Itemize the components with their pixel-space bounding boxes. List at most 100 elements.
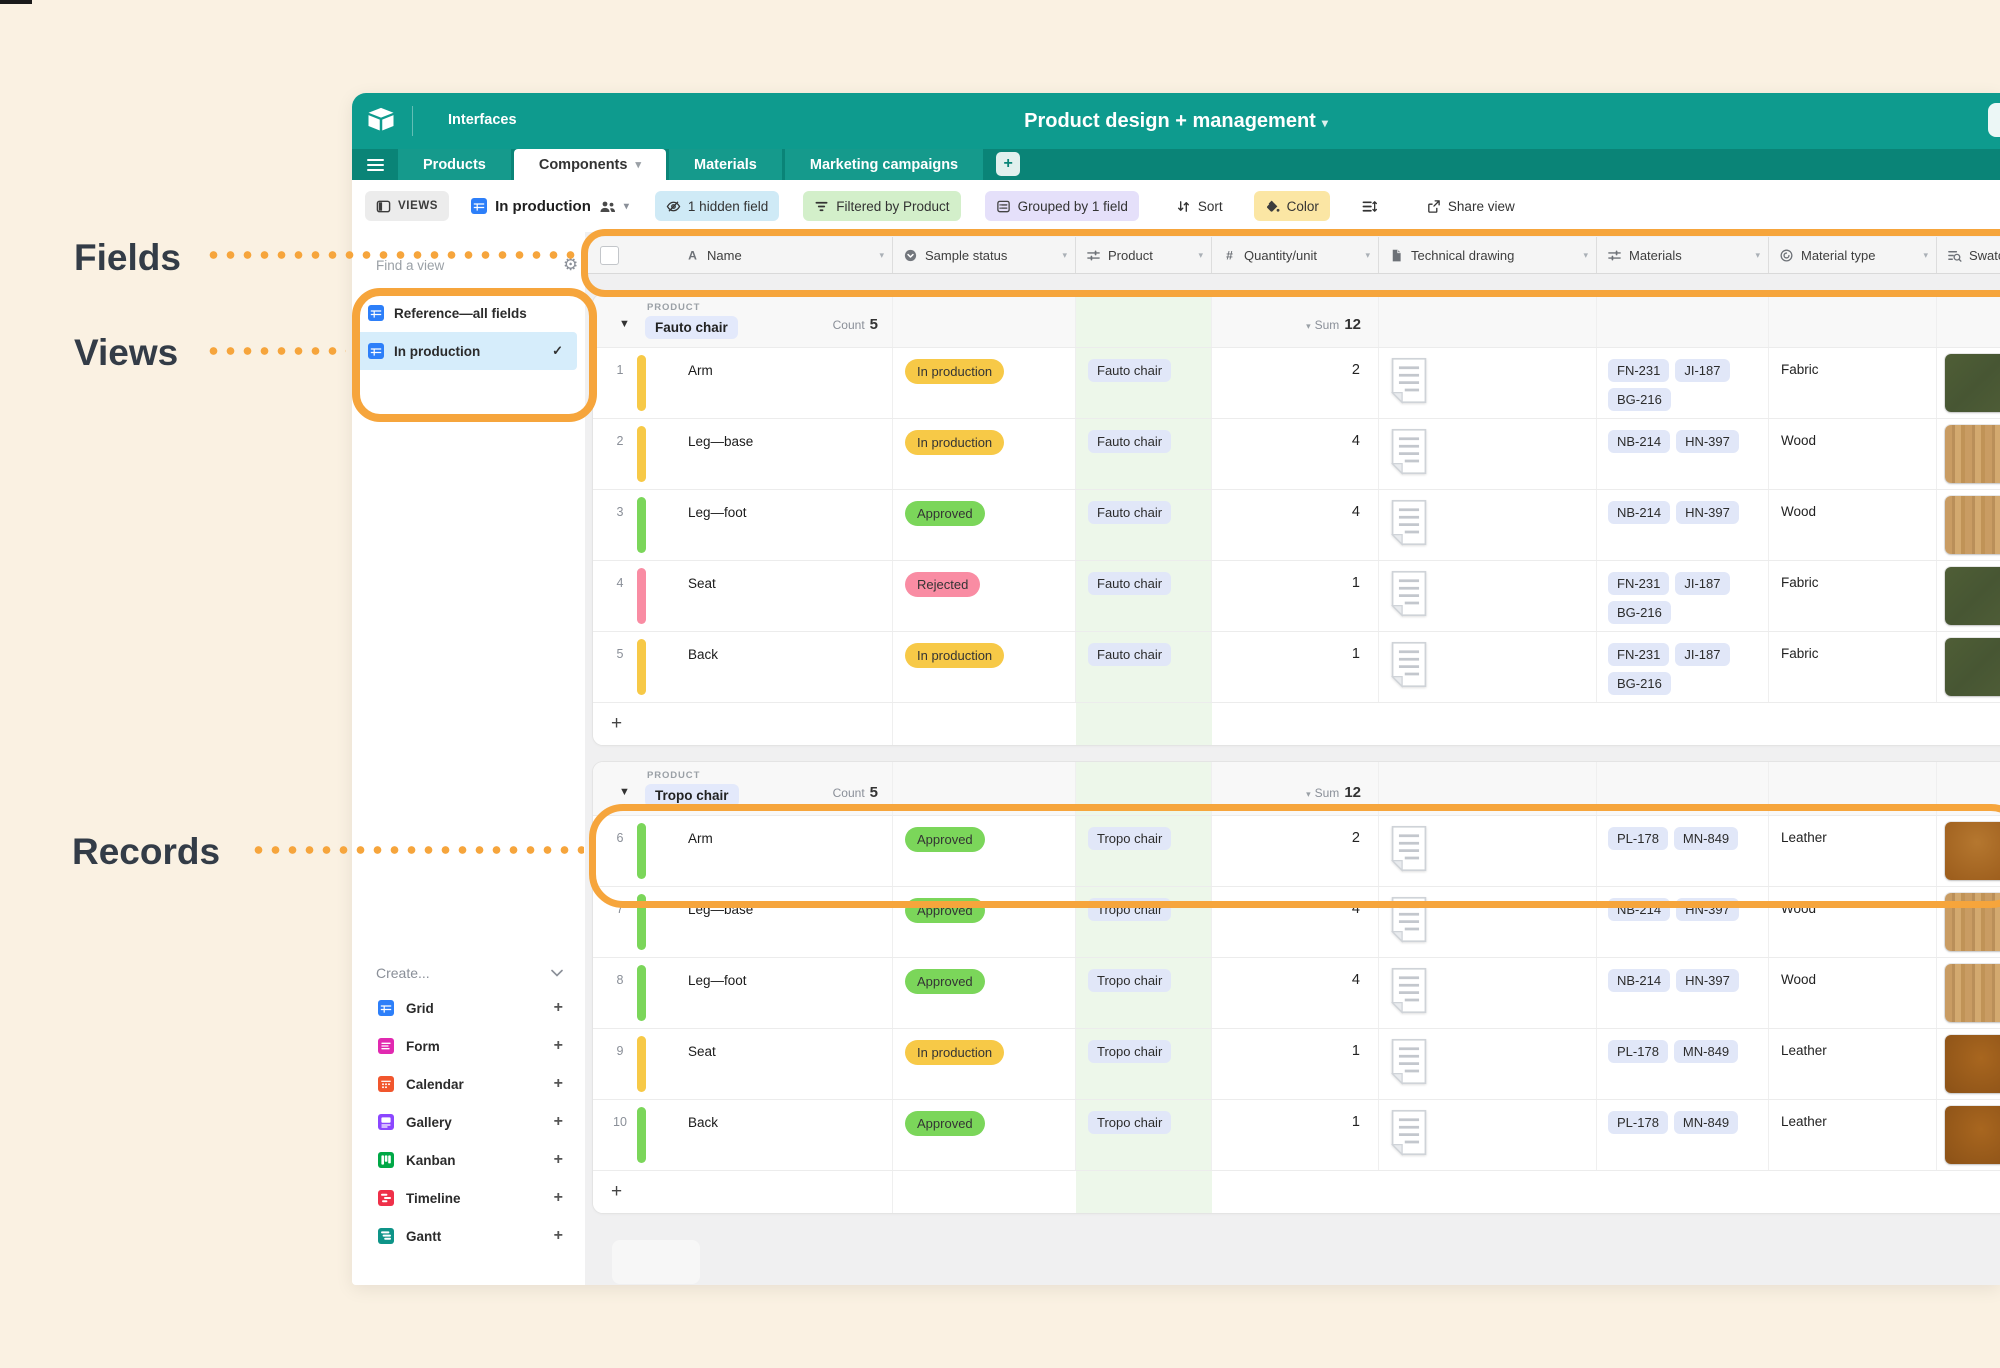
row-cell[interactable]: Approved	[893, 1100, 1076, 1170]
row-cell[interactable]: Fabric	[1769, 561, 1937, 631]
add-table-button[interactable]: +	[996, 152, 1020, 176]
table-row[interactable]: 4SeatRejectedFauto chair1FN-231JI-187BG-…	[593, 561, 2000, 632]
row-cell[interactable]	[1937, 561, 2000, 631]
sidebar-view-in-production[interactable]: In production✓	[356, 332, 577, 370]
technical-drawing-icon[interactable]	[1391, 641, 1427, 693]
row-cell[interactable]: Approved	[893, 958, 1076, 1028]
row-cell[interactable]: Fauto chair	[1076, 348, 1212, 418]
column-caret-icon[interactable]: ▾	[1198, 250, 1203, 261]
row-cell[interactable]: 6Arm	[593, 816, 893, 886]
material-pill[interactable]: HN-397	[1676, 898, 1739, 921]
add-view-plus-icon[interactable]: +	[554, 1113, 563, 1131]
row-cell[interactable]: 2	[1212, 348, 1379, 418]
row-cell[interactable]	[1379, 490, 1597, 560]
table-row[interactable]: 3Leg—footApprovedFauto chair4NB-214HN-39…	[593, 490, 2000, 561]
row-cell[interactable]: 4	[1212, 887, 1379, 957]
column-header-quantity-unit[interactable]: #Quantity/unit▾	[1212, 237, 1379, 273]
row-cell[interactable]: FN-231 JI-187BG-216	[1597, 348, 1769, 418]
row-height-button[interactable]	[1350, 191, 1389, 221]
create-item-timeline[interactable]: Timeline+	[352, 1179, 585, 1217]
share-view-button[interactable]: Share view	[1415, 191, 1526, 221]
hidden-fields-button[interactable]: 1 hidden field	[655, 191, 779, 221]
add-record-row[interactable]: +	[593, 1171, 2000, 1213]
create-item-kanban[interactable]: Kanban+	[352, 1141, 585, 1179]
column-caret-icon[interactable]: ▾	[1062, 250, 1067, 261]
sort-button[interactable]: Sort	[1165, 191, 1234, 221]
technical-drawing-icon[interactable]	[1391, 896, 1427, 948]
create-header[interactable]: Create...	[352, 957, 585, 989]
row-cell[interactable]: In production	[893, 1029, 1076, 1099]
row-cell[interactable]: Rejected	[893, 561, 1076, 631]
views-sidebar-toggle[interactable]: VIEWS	[365, 191, 449, 221]
row-cell[interactable]	[1937, 887, 2000, 957]
material-pill[interactable]: JI-187	[1675, 643, 1729, 666]
row-cell[interactable]: Tropo chair	[1076, 1100, 1212, 1170]
technical-drawing-icon[interactable]	[1391, 825, 1427, 877]
row-cell[interactable]	[1379, 816, 1597, 886]
row-cell[interactable]: Tropo chair	[1076, 816, 1212, 886]
add-record-plus-icon[interactable]: +	[611, 1181, 622, 1203]
row-cell[interactable]: 4	[1212, 958, 1379, 1028]
tab-products[interactable]: Products	[398, 149, 511, 180]
row-cell[interactable]: NB-214HN-397	[1597, 958, 1769, 1028]
add-view-plus-icon[interactable]: +	[554, 1075, 563, 1093]
row-cell[interactable]: 1	[1212, 1029, 1379, 1099]
table-row[interactable]: 2Leg—baseIn productionFauto chair4NB-214…	[593, 419, 2000, 490]
table-row[interactable]: 1ArmIn productionFauto chair2FN-231JI-18…	[593, 348, 2000, 419]
group-sum[interactable]: ▾Sum12	[1306, 784, 1361, 801]
row-cell[interactable]: 8Leg—foot	[593, 958, 893, 1028]
color-button[interactable]: Color	[1254, 191, 1330, 221]
material-pill[interactable]: BG-216	[1608, 672, 1671, 695]
row-cell[interactable]: Wood	[1769, 887, 1937, 957]
add-record-cell[interactable]: +	[593, 703, 893, 745]
material-pill[interactable]: MN-849	[1674, 1111, 1738, 1134]
row-cell[interactable]	[1379, 1100, 1597, 1170]
row-cell[interactable]: Wood	[1769, 490, 1937, 560]
row-cell[interactable]: 4	[1212, 419, 1379, 489]
table-row[interactable]: 9SeatIn productionTropo chair1PL-178MN-8…	[593, 1029, 2000, 1100]
row-cell[interactable]: NB-214HN-397	[1597, 490, 1769, 560]
row-cell[interactable]	[1937, 1029, 2000, 1099]
technical-drawing-icon[interactable]	[1391, 357, 1427, 409]
add-view-plus-icon[interactable]: +	[554, 1151, 563, 1169]
row-cell[interactable]: 7Leg—base	[593, 887, 893, 957]
column-header-materials[interactable]: Materials▾	[1597, 237, 1769, 273]
row-cell[interactable]: FN-231JI-187BG-216	[1597, 632, 1769, 702]
row-cell[interactable]	[1379, 632, 1597, 702]
row-cell[interactable]: 10Back	[593, 1100, 893, 1170]
row-cell[interactable]: Approved	[893, 816, 1076, 886]
create-item-grid[interactable]: Grid+	[352, 989, 585, 1027]
material-pill[interactable]: NB-214	[1608, 501, 1670, 524]
technical-drawing-icon[interactable]	[1391, 428, 1427, 480]
technical-drawing-icon[interactable]	[1391, 570, 1427, 622]
table-row[interactable]: 8Leg—footApprovedTropo chair4NB-214HN-39…	[593, 958, 2000, 1029]
row-cell[interactable]: 4	[1212, 490, 1379, 560]
create-item-gallery[interactable]: Gallery+	[352, 1103, 585, 1141]
row-cell[interactable]	[1379, 419, 1597, 489]
add-view-plus-icon[interactable]: +	[554, 1227, 563, 1245]
row-cell[interactable]: PL-178MN-849	[1597, 1029, 1769, 1099]
add-view-plus-icon[interactable]: +	[554, 1037, 563, 1055]
material-pill[interactable]: FN-231	[1608, 359, 1669, 382]
row-cell[interactable]: Wood	[1769, 419, 1937, 489]
row-cell[interactable]	[1937, 816, 2000, 886]
column-caret-icon[interactable]: ▾	[1923, 250, 1928, 261]
row-cell[interactable]: 2Leg—base	[593, 419, 893, 489]
material-pill[interactable]: JI-187	[1675, 359, 1729, 382]
table-row[interactable]: 7Leg—baseApprovedTropo chair4NB-214HN-39…	[593, 887, 2000, 958]
view-switcher[interactable]: In production ▾	[471, 198, 629, 215]
row-cell[interactable]: Fauto chair	[1076, 490, 1212, 560]
row-cell[interactable]: Approved	[893, 887, 1076, 957]
group-button[interactable]: Grouped by 1 field	[985, 191, 1139, 221]
material-pill[interactable]: BG-216	[1608, 388, 1671, 411]
row-cell[interactable]: In production	[893, 632, 1076, 702]
row-cell[interactable]	[1379, 887, 1597, 957]
tab-components[interactable]: Components▾	[514, 149, 666, 180]
material-pill[interactable]: PL-178	[1608, 1111, 1668, 1134]
collapse-group-icon[interactable]: ▼	[619, 318, 630, 330]
row-cell[interactable]: 3Leg—foot	[593, 490, 893, 560]
material-pill[interactable]: NB-214	[1608, 969, 1670, 992]
column-caret-icon[interactable]: ▾	[1755, 250, 1760, 261]
technical-drawing-icon[interactable]	[1391, 499, 1427, 551]
header-right-button[interactable]	[1988, 103, 2000, 137]
